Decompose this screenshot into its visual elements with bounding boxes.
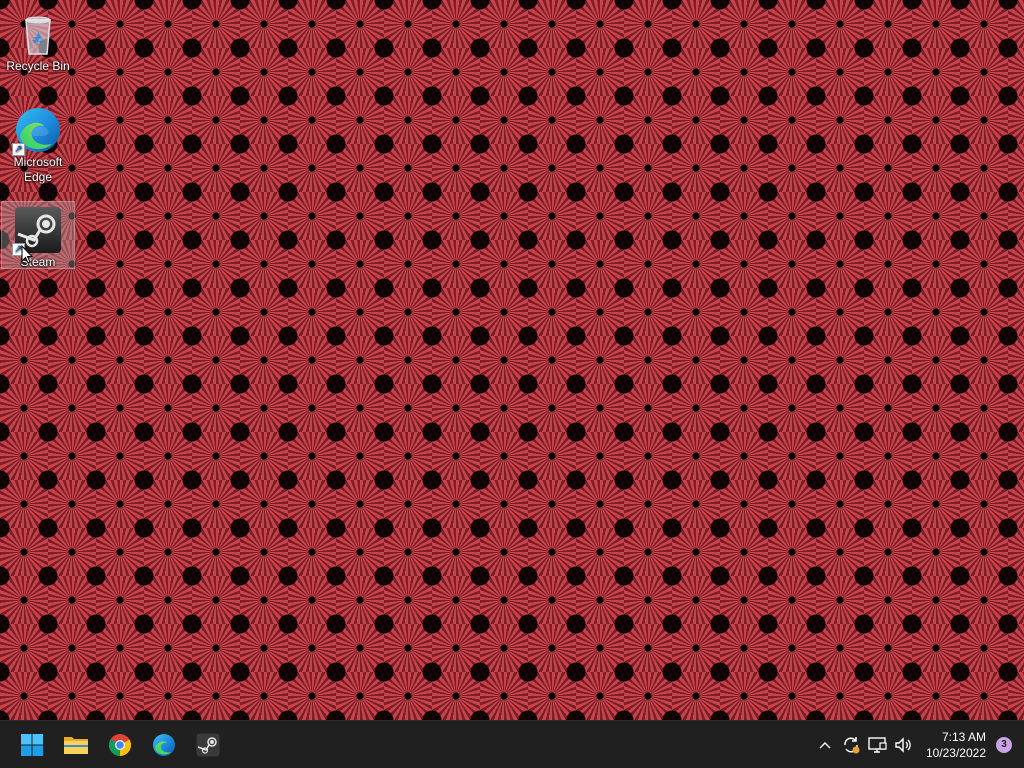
network-icon[interactable] <box>865 733 889 757</box>
sync-update-icon[interactable] <box>839 733 863 757</box>
desktop-icon-microsoft-edge[interactable]: ↗ Microsoft Edge <box>2 102 74 185</box>
edge-icon: ↗ <box>12 106 62 156</box>
taskbar-file-explorer-button[interactable] <box>56 725 96 765</box>
start-button[interactable] <box>12 725 52 765</box>
desktop-icon-steam[interactable]: ↗ Steam <box>1 201 75 269</box>
steam-icon <box>196 733 220 756</box>
taskbar: 7:13 AM 10/23/2022 3 <box>0 720 1024 768</box>
chevron-up-icon[interactable] <box>813 733 837 757</box>
shortcut-arrow-icon: ↗ <box>12 143 25 156</box>
volume-icon[interactable] <box>891 733 915 757</box>
taskbar-chrome-button[interactable] <box>100 725 140 765</box>
desktop-icon-label: Recycle Bin <box>6 59 70 73</box>
chrome-icon <box>109 733 131 756</box>
system-tray: 7:13 AM 10/23/2022 3 <box>812 721 1024 768</box>
desktop-wallpaper <box>0 0 1024 720</box>
clock-time: 7:13 AM <box>941 729 986 744</box>
taskbar-edge-button[interactable] <box>144 725 184 765</box>
windows-start-icon <box>21 733 43 756</box>
desktop-icon-recycle-bin[interactable]: Recycle Bin <box>2 6 74 74</box>
notification-badge[interactable]: 3 <box>996 736 1012 753</box>
folder-icon <box>64 736 88 754</box>
clock-date: 10/23/2022 <box>925 745 986 760</box>
mouse-cursor-icon <box>21 245 33 264</box>
edge-icon <box>153 733 175 756</box>
taskbar-steam-button[interactable] <box>188 725 228 765</box>
recycle-bin-icon <box>14 10 62 58</box>
taskbar-clock[interactable]: 7:13 AM 10/23/2022 <box>926 729 986 761</box>
desktop-icon-label: Microsoft Edge <box>13 155 63 184</box>
